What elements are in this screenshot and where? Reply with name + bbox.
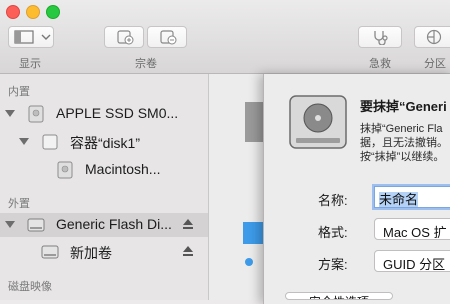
internal-disk-icon [28,105,44,123]
sidebar-item-new-volume[interactable]: 新加卷 [0,240,208,264]
usage-legend-dot [245,258,253,266]
disk-preview-icon [245,102,263,142]
first-aid-button[interactable] [358,26,402,48]
sidebar-item-label: APPLE SSD SM0... [56,105,179,121]
external-section-header: 外置 [8,198,30,210]
toolbar: 显示 宗卷 急救 分区 [0,0,450,74]
chevron-down-icon [41,34,51,40]
scheme-select[interactable]: GUID 分区 [374,250,450,272]
sheet-description: 抹掉“Generic Fla 据，且无法撤销。 按“抹掉”以继续。 [360,122,448,164]
sheet-title: 要抹掉“Generi [360,99,447,114]
desc-line: 抹掉“Generic Fla [360,123,443,135]
external-disk-icon [27,218,45,232]
sidebar-item-label: Generic Flash Di... [56,216,172,232]
add-volume-button[interactable] [104,26,144,48]
desc-line: 按“抹掉”以继续。 [360,151,445,163]
disk-images-section-header: 磁盘映像 [8,281,52,293]
zoom-button[interactable] [46,5,60,19]
format-label: 格式: [318,225,348,240]
sidebar-item-container[interactable]: 容器“disk1” [0,130,208,154]
sidebar-item-label: 新加卷 [70,245,112,261]
format-select[interactable]: Mac OS 扩 [374,218,450,240]
drive-icon [289,95,347,149]
name-value: 未命名 [379,192,419,207]
partition-button[interactable] [414,26,450,48]
sidebar-item-generic-flash[interactable]: Generic Flash Di... [0,213,208,237]
sidebar-item-label: Macintosh... [85,161,161,177]
stethoscope-icon [374,31,388,45]
sidebar-item-macintosh[interactable]: Macintosh... [0,158,208,182]
sidebar-item-apple-ssd[interactable]: APPLE SSD SM0... [0,102,208,126]
name-label: 名称: [318,193,348,208]
display-label: 显示 [19,58,41,70]
scheme-label: 方案: [318,257,348,272]
volume-icon [41,245,59,259]
erase-sheet: 要抹掉“Generi 抹掉“Generic Fla 据，且无法撤销。 按“抹掉”… [263,74,450,304]
sidebar-icon [14,30,34,44]
close-button[interactable] [6,5,20,19]
sidebar-item-label: 容器“disk1” [70,135,141,151]
desc-line: 据，且无法撤销。 [360,137,448,149]
name-field[interactable]: 未命名 [374,186,450,208]
remove-volume-button[interactable] [147,26,187,48]
disclosure-triangle[interactable] [5,221,15,228]
minimize-button[interactable] [26,5,40,19]
eject-icon[interactable] [182,245,194,257]
container-icon [42,134,58,150]
first-aid-label: 急救 [369,58,391,70]
security-options-button[interactable]: 安全性选项 [285,292,393,300]
volume-icon [57,161,73,179]
remove-volume-icon [160,30,177,45]
internal-section-header: 内置 [8,86,30,98]
eject-icon[interactable] [182,218,194,230]
volume-label: 宗卷 [135,58,157,70]
disclosure-triangle[interactable] [19,138,29,145]
disclosure-triangle[interactable] [5,110,15,117]
partition-label: 分区 [424,58,446,70]
sidebar: 内置 APPLE SSD SM0... 容器“disk1” Macintosh.… [0,74,209,300]
display-button[interactable] [8,26,54,48]
partition-icon [426,29,442,45]
add-volume-icon [117,30,134,45]
